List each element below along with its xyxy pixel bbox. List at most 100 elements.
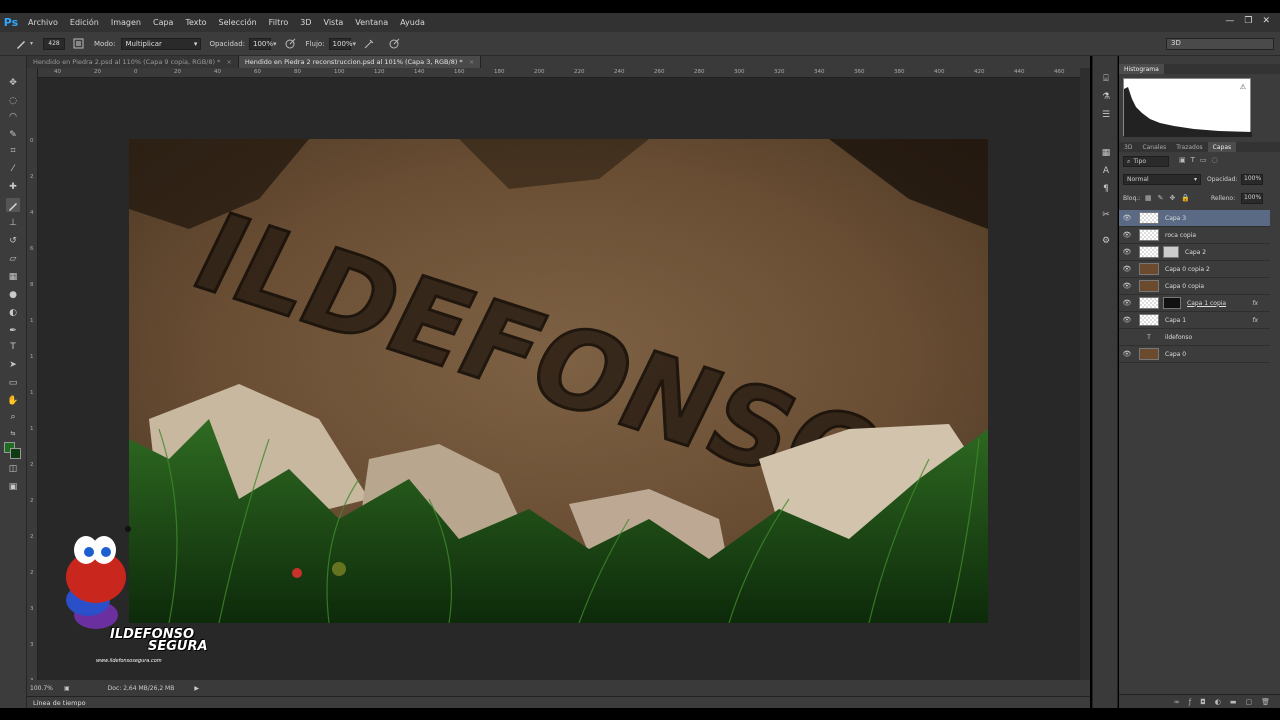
swatches-panel-icon[interactable]: ▦ — [1099, 146, 1113, 160]
hand-tool-icon[interactable]: ✋ — [6, 394, 20, 408]
blend-mode-select[interactable]: Normal ▾ — [1123, 174, 1201, 185]
eraser-tool-icon[interactable]: ▱ — [6, 252, 20, 266]
opacity-field[interactable]: 100% — [249, 37, 273, 50]
add-style-icon[interactable]: ƒ — [1189, 698, 1191, 706]
healing-brush-tool-icon[interactable]: ✚ — [6, 180, 20, 194]
clone-stamp-tool-icon[interactable]: ⊥ — [6, 216, 20, 230]
history-panel-icon[interactable]: ⌸ — [1099, 72, 1113, 86]
flow-field[interactable]: 100% — [328, 37, 353, 50]
close-tab-icon[interactable]: × — [226, 58, 231, 66]
menu-imagen[interactable]: Imagen — [105, 18, 147, 27]
layer-row[interactable]: 👁 roca copia — [1119, 227, 1270, 244]
quick-mask-icon[interactable]: ◫ — [6, 462, 20, 476]
delete-layer-icon[interactable]: 🗑 — [1261, 698, 1270, 706]
visibility-eye-icon[interactable]: 👁 — [1119, 299, 1135, 307]
visibility-eye-icon[interactable]: 👁 — [1119, 214, 1135, 222]
close-tab-icon[interactable]: × — [469, 58, 474, 66]
vertical-scrollbar[interactable] — [1080, 68, 1090, 680]
close-icon[interactable]: ✕ — [1262, 16, 1270, 26]
shape-tool-icon[interactable]: ▭ — [6, 376, 20, 390]
gradient-tool-icon[interactable]: ▦ — [6, 270, 20, 284]
layer-row[interactable]: 👁 Capa 0 — [1119, 346, 1270, 363]
crop-tool-icon[interactable]: ⌗ — [6, 144, 20, 158]
move-tool-icon[interactable]: ✥ — [6, 76, 20, 90]
path-select-tool-icon[interactable]: ➤ — [6, 358, 20, 372]
menu-ayuda[interactable]: Ayuda — [394, 18, 431, 27]
restore-icon[interactable]: ❐ — [1244, 16, 1252, 26]
brush-size-picker[interactable]: 428 — [43, 37, 66, 50]
pressure-size-icon[interactable] — [389, 38, 400, 49]
opacity-chevron-icon[interactable]: ▾ — [273, 40, 277, 48]
marquee-tool-icon[interactable]: ◌ — [6, 94, 20, 108]
visibility-eye-icon[interactable]: 👁 — [1119, 282, 1135, 290]
layer-row[interactable]: 👁 Capa 0 copia — [1119, 278, 1270, 295]
tools-preset-icon[interactable]: ✂ — [1099, 208, 1113, 222]
eyedropper-tool-icon[interactable]: ⁄ — [6, 162, 20, 176]
type-tool-icon[interactable]: T — [6, 340, 20, 354]
zoom-tool-icon[interactable]: ⌕ — [6, 410, 20, 424]
layer-filter-select[interactable]: ⌕ Tipo — [1123, 156, 1169, 167]
brush-panel-icon[interactable] — [73, 38, 84, 49]
link-layers-icon[interactable]: ∞ — [1174, 698, 1180, 706]
airbrush-icon[interactable] — [364, 38, 375, 49]
visibility-eye-icon[interactable]: 👁 — [1119, 350, 1135, 358]
background-color-swatch[interactable] — [10, 448, 21, 459]
layer-opacity-field[interactable]: 100% — [1241, 174, 1263, 185]
workspace-select[interactable]: 3D — [1166, 38, 1274, 50]
visibility-eye-icon[interactable]: 👁 — [1119, 265, 1135, 273]
mode-select[interactable]: Multiplicar ▾ — [121, 37, 202, 50]
visibility-eye-icon[interactable]: 👁 — [1119, 248, 1135, 256]
paragraph-panel-icon[interactable]: ¶ — [1099, 182, 1113, 196]
new-group-icon[interactable]: ▬ — [1230, 698, 1237, 706]
layer-row[interactable]: 👁 Capa 0 copia 2 — [1119, 261, 1270, 278]
tab-document-1[interactable]: Hendido en Piedra 2.psd al 110% (Capa 9 … — [27, 56, 239, 68]
layer-row[interactable]: 👁 Capa 1 fx — [1119, 312, 1270, 329]
menu-ventana[interactable]: Ventana — [349, 18, 394, 27]
menu-texto[interactable]: Texto — [179, 18, 212, 27]
adjustments-panel-icon[interactable]: ⚗ — [1099, 90, 1113, 104]
tool-preset-chevron-icon[interactable]: ▾ — [30, 40, 33, 47]
menu-seleccion[interactable]: Selección — [213, 18, 263, 27]
properties-panel-icon[interactable]: ☰ — [1099, 108, 1113, 122]
warning-icon[interactable]: ⚠ — [1240, 83, 1246, 91]
menu-edicion[interactable]: Edición — [64, 18, 105, 27]
status-icon[interactable]: ▣ — [64, 685, 70, 692]
menu-capa[interactable]: Capa — [147, 18, 179, 27]
layer-row[interactable]: 👁 Capa 2 — [1119, 244, 1270, 261]
tab-histogram[interactable]: Histograma — [1119, 64, 1164, 74]
history-brush-tool-icon[interactable]: ↺ — [6, 234, 20, 248]
brush-tool-icon[interactable] — [14, 38, 28, 50]
tab-document-2[interactable]: Hendido en Piedra 2 reconstruccion.psd a… — [238, 56, 482, 68]
pressure-opacity-icon[interactable] — [285, 38, 296, 49]
lock-icons[interactable]: ▦✎✥🔒 — [1145, 194, 1196, 202]
layer-mask-thumbnail[interactable] — [1163, 297, 1181, 309]
menu-archivo[interactable]: Archivo — [22, 18, 64, 27]
layer-row[interactable]: 👁 Capa 3 — [1119, 210, 1270, 227]
visibility-eye-icon[interactable]: 👁 — [1119, 231, 1135, 239]
tab-capas[interactable]: Capas — [1207, 142, 1237, 152]
timeline-panel[interactable]: Línea de tiempo — [27, 696, 1090, 708]
new-layer-icon[interactable]: ▢ — [1245, 698, 1252, 706]
add-mask-icon[interactable]: ◘ — [1200, 698, 1206, 706]
character-panel-icon[interactable]: A — [1099, 164, 1113, 178]
brush-tool-icon[interactable] — [6, 198, 20, 212]
layer-filter-icons[interactable]: ▣T▭◌ — [1179, 156, 1223, 164]
status-menu-arrow-icon[interactable]: ▶ — [194, 685, 199, 692]
brush-preset-icon[interactable]: ⚙ — [1099, 234, 1113, 248]
layer-row[interactable]: 👁 Capa 1 copia fx — [1119, 295, 1270, 312]
zoom-level[interactable]: 100.7% — [30, 685, 58, 692]
layer-mask-thumbnail[interactable] — [1163, 246, 1179, 258]
menu-vista[interactable]: Vista — [318, 18, 350, 27]
swap-colors-icon[interactable]: ⇆ — [6, 426, 20, 440]
pen-tool-icon[interactable]: ✒ — [6, 324, 20, 338]
quick-select-tool-icon[interactable]: ✎ — [6, 128, 20, 142]
blur-tool-icon[interactable]: ● — [6, 288, 20, 302]
menu-filtro[interactable]: Filtro — [263, 18, 295, 27]
tab-3d[interactable]: 3D — [1119, 142, 1137, 152]
layer-effects-icon[interactable]: fx — [1252, 317, 1258, 324]
lasso-tool-icon[interactable]: ◠ — [6, 110, 20, 124]
flow-chevron-icon[interactable]: ▾ — [353, 40, 357, 48]
screen-mode-icon[interactable]: ▣ — [6, 480, 20, 494]
layer-row[interactable]: T ildefonso — [1119, 329, 1270, 346]
tab-canales[interactable]: Canales — [1137, 142, 1171, 152]
